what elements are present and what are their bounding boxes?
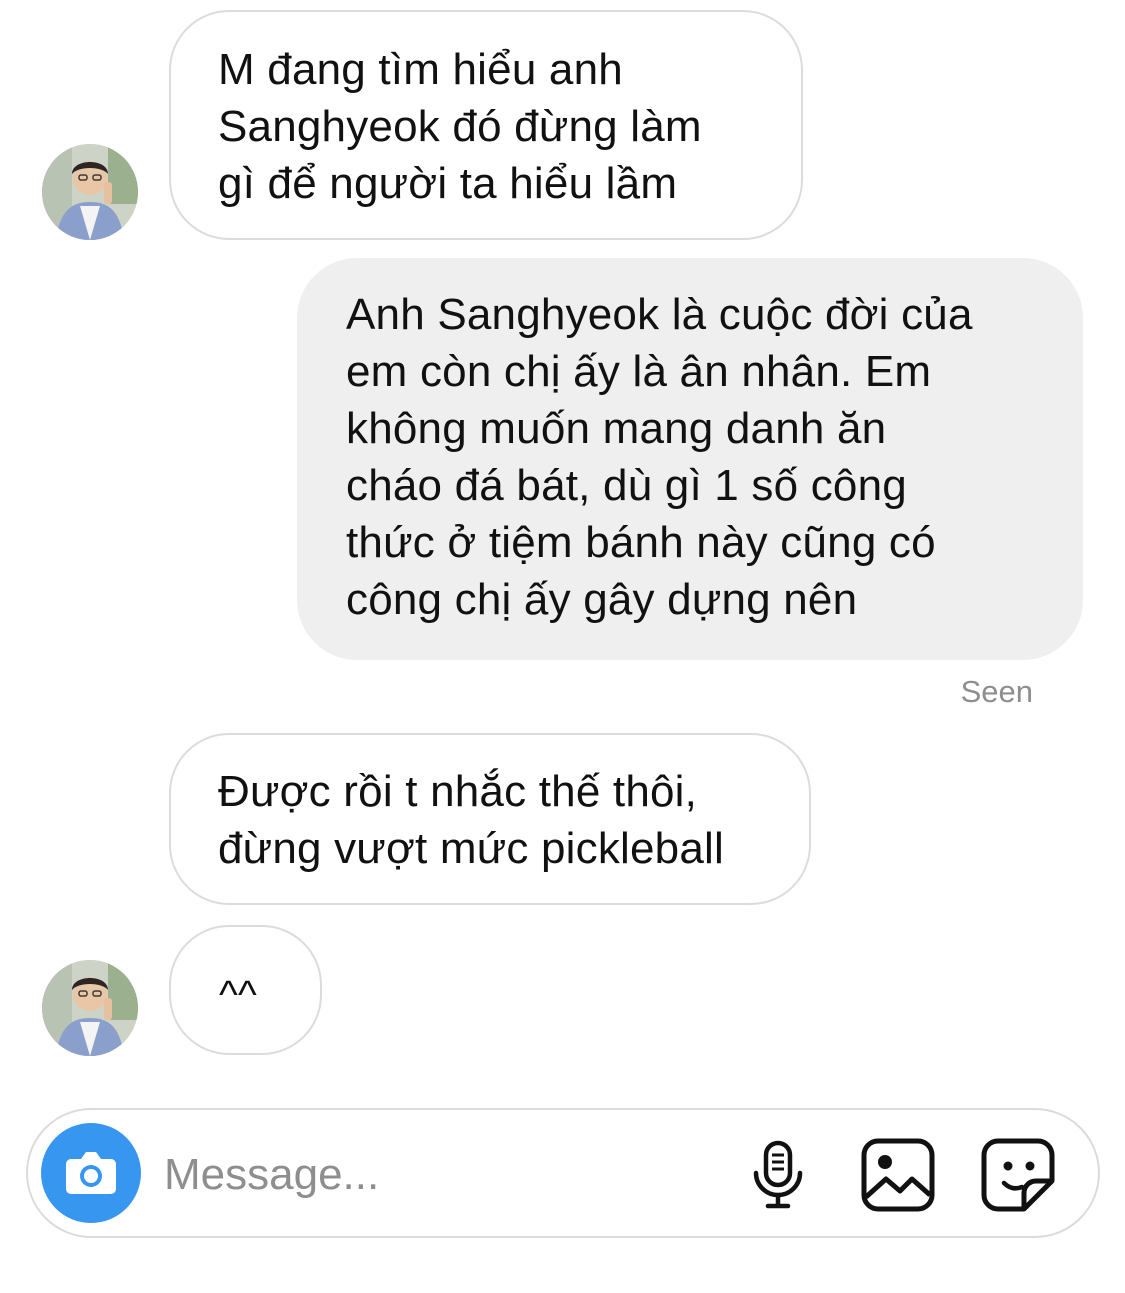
sender-avatar[interactable] <box>42 960 138 1056</box>
camera-button[interactable] <box>41 1123 141 1223</box>
sticker-icon <box>981 1138 1055 1212</box>
sticker-button[interactable] <box>978 1135 1058 1215</box>
message-input[interactable] <box>164 1148 684 1202</box>
microphone-icon <box>753 1140 803 1209</box>
outgoing-message-bubble[interactable]: Anh Sanghyeok là cuộc đời của em còn chị… <box>297 258 1083 660</box>
avatar-photo <box>42 960 138 1056</box>
incoming-message-bubble[interactable]: ^^ <box>169 925 322 1055</box>
avatar-photo <box>42 144 138 240</box>
incoming-message-bubble[interactable]: M đang tìm hiểu anh Sanghyeok đó đừng là… <box>169 10 803 240</box>
message-composer <box>26 1108 1100 1238</box>
voice-message-button[interactable] <box>738 1135 818 1215</box>
camera-icon <box>66 1152 116 1194</box>
gallery-icon <box>861 1138 935 1212</box>
incoming-message-bubble[interactable]: Được rồi t nhắc thế thôi, đừng vượt mức … <box>169 733 811 905</box>
gallery-button[interactable] <box>858 1135 938 1215</box>
seen-receipt: Seen <box>960 674 1033 709</box>
sender-avatar[interactable] <box>42 144 138 240</box>
